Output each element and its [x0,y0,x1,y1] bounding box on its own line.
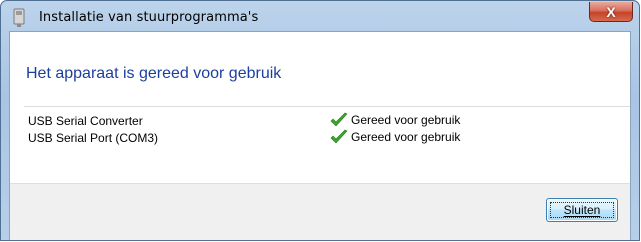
device-status-label: Gereed voor gebruik [351,130,461,144]
green-check-icon [330,112,348,127]
window-close-button[interactable]: X [589,2,633,22]
title-bar[interactable]: Installatie van stuurprogramma's X [1,1,639,35]
device-name: USB Serial Port (COM3) [28,131,159,145]
device-status: Gereed voor gebruik [330,129,460,145]
green-check-icon [330,129,348,144]
window-title: Installatie van stuurprogramma's [39,10,259,25]
driver-install-window: Installatie van stuurprogramma's X Het a… [0,0,640,241]
device-status: Gereed voor gebruik [330,112,460,128]
dialog-content: Het apparaat is gereed voor gebruik USB … [9,31,631,240]
dialog-footer: Sluiten [10,183,630,240]
focus-ring [550,202,614,218]
divider [24,106,630,107]
device-status-label: Gereed voor gebruik [351,113,461,127]
device-name: USB Serial Converter [28,114,143,128]
close-icon: X [606,3,616,20]
device-icon [13,8,25,27]
page-title: Het apparaat is gereed voor gebruik [26,65,282,82]
close-button[interactable]: Sluiten [546,198,618,222]
